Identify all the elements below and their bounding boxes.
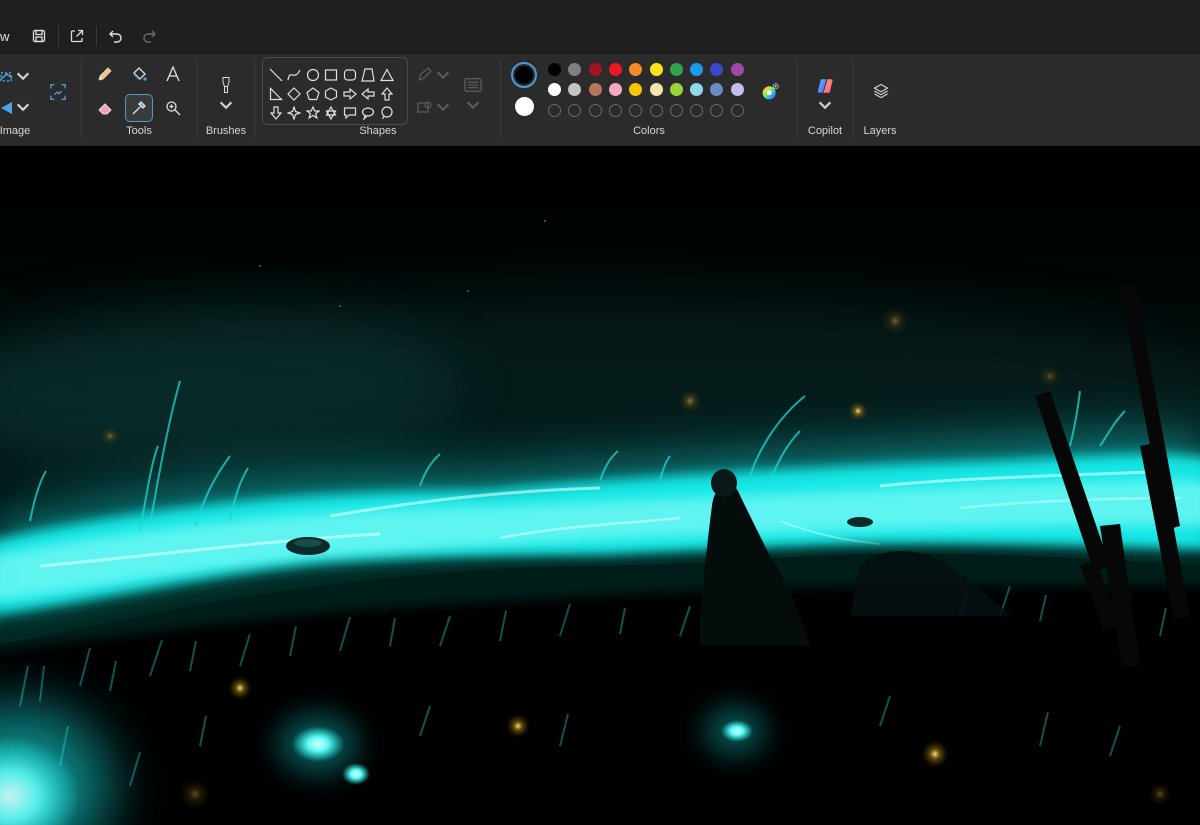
rectangle-shape-icon[interactable]	[324, 68, 340, 84]
color-swatch[interactable]	[608, 63, 622, 76]
color-swatch[interactable]	[588, 83, 602, 96]
color-swatch[interactable]	[548, 83, 561, 96]
crop-icon[interactable]	[44, 78, 72, 106]
painting	[0, 146, 1200, 825]
custom-color-slot[interactable]	[669, 104, 683, 117]
brushes-group-label: Brushes	[205, 125, 247, 137]
primary-color-swatch[interactable]	[511, 62, 537, 88]
five-point-star-shape-icon[interactable]	[305, 105, 322, 122]
line-size-icon[interactable]	[460, 72, 486, 98]
color-swatch[interactable]	[669, 83, 683, 96]
polygon-shape-icon[interactable]	[361, 68, 377, 84]
custom-color-slot[interactable]	[608, 104, 622, 117]
left-arrow-shape-icon[interactable]	[361, 87, 377, 103]
oval-shape-icon[interactable]	[306, 68, 322, 84]
layers-group-label: Layers	[863, 125, 897, 137]
shape-fill-icon[interactable]	[414, 94, 436, 120]
outline-icon[interactable]	[414, 62, 436, 88]
custom-color-slot[interactable]	[588, 104, 602, 117]
chevron-down-icon[interactable]	[464, 98, 482, 112]
chevron-down-icon[interactable]	[216, 98, 236, 112]
color-swatch[interactable]	[568, 63, 582, 76]
chevron-down-icon[interactable]	[14, 63, 32, 89]
group-separator	[500, 60, 501, 138]
text-icon[interactable]	[160, 61, 186, 87]
group-separator	[197, 60, 198, 138]
copilot-group-label: Copilot	[807, 125, 843, 137]
custom-color-slot[interactable]	[548, 104, 561, 117]
color-swatch[interactable]	[629, 83, 643, 96]
right-arrow-shape-icon[interactable]	[343, 87, 359, 103]
image-group-label: Image	[0, 125, 31, 137]
diamond-shape-icon[interactable]	[287, 87, 303, 103]
chevron-down-icon[interactable]	[434, 94, 452, 120]
custom-color-slot[interactable]	[730, 104, 744, 117]
color-swatch[interactable]	[690, 63, 704, 76]
color-swatch[interactable]	[588, 63, 602, 76]
custom-color-slot[interactable]	[710, 104, 724, 117]
eraser-icon[interactable]	[92, 95, 118, 121]
right-triangle-shape-icon[interactable]	[269, 87, 285, 103]
color-swatch[interactable]	[649, 83, 663, 96]
drawing-canvas[interactable]	[0, 146, 1200, 825]
color-swatch[interactable]	[710, 83, 724, 96]
custom-color-slot[interactable]	[568, 104, 582, 117]
color-swatch[interactable]	[730, 83, 744, 96]
triangle-shape-icon[interactable]	[379, 68, 396, 84]
color-swatch[interactable]	[608, 83, 622, 96]
color-picker-icon[interactable]	[125, 94, 153, 122]
color-swatch[interactable]	[629, 63, 643, 76]
ribbon: Image Tools Brushes Shapes Colors Copilo…	[0, 54, 1200, 147]
up-arrow-shape-icon[interactable]	[380, 87, 396, 103]
layers-icon[interactable]	[867, 77, 895, 105]
color-swatch[interactable]	[710, 63, 724, 76]
save-icon[interactable]	[28, 27, 50, 45]
pencil-icon[interactable]	[92, 61, 118, 87]
fill-icon[interactable]	[126, 61, 152, 87]
share-icon[interactable]	[66, 27, 88, 45]
magnifier-icon[interactable]	[160, 95, 186, 121]
chevron-down-icon[interactable]	[434, 62, 452, 88]
qa-separator	[58, 26, 59, 46]
four-point-star-shape-icon[interactable]	[286, 105, 303, 122]
curve-shape-icon[interactable]	[287, 68, 303, 84]
color-swatch[interactable]	[669, 63, 683, 76]
title-bar: w	[0, 0, 1200, 54]
qa-separator	[96, 26, 97, 46]
chevron-down-icon[interactable]	[816, 98, 834, 112]
down-arrow-shape-icon[interactable]	[269, 106, 285, 122]
six-point-star-shape-icon[interactable]	[324, 105, 340, 122]
rounded-rectangle-shape-icon[interactable]	[343, 68, 359, 84]
color-swatch[interactable]	[548, 63, 561, 76]
custom-color-slot[interactable]	[649, 104, 663, 117]
color-swatch[interactable]	[568, 83, 582, 96]
rect-callout-shape-icon[interactable]	[343, 106, 359, 122]
shapes-gallery[interactable]	[262, 57, 408, 125]
colors-group-label: Colors	[633, 125, 665, 137]
redo-icon[interactable]	[138, 27, 160, 45]
oval-callout-shape-icon[interactable]	[361, 106, 377, 122]
cloud-callout-shape-icon[interactable]	[380, 106, 396, 122]
color-swatch[interactable]	[730, 63, 744, 76]
group-separator	[853, 60, 854, 138]
color-swatch[interactable]	[649, 63, 663, 76]
shapes-group-label: Shapes	[359, 125, 397, 137]
line-shape-icon[interactable]	[269, 68, 285, 84]
color-swatch[interactable]	[690, 83, 704, 96]
hexagon-shape-icon[interactable]	[324, 87, 340, 103]
edit-colors-icon[interactable]	[756, 78, 784, 106]
custom-color-slot[interactable]	[690, 104, 704, 117]
menu-fragment[interactable]: w	[0, 29, 9, 44]
secondary-color-swatch[interactable]	[515, 97, 534, 116]
group-separator	[797, 60, 798, 138]
group-separator	[81, 60, 82, 138]
chevron-down-icon[interactable]	[14, 94, 32, 120]
tools-group-label: Tools	[126, 125, 152, 137]
undo-icon[interactable]	[105, 27, 127, 45]
primary-color-fill	[515, 66, 533, 84]
custom-color-slot[interactable]	[629, 104, 643, 117]
pentagon-shape-icon[interactable]	[306, 87, 322, 103]
group-separator	[254, 60, 255, 138]
